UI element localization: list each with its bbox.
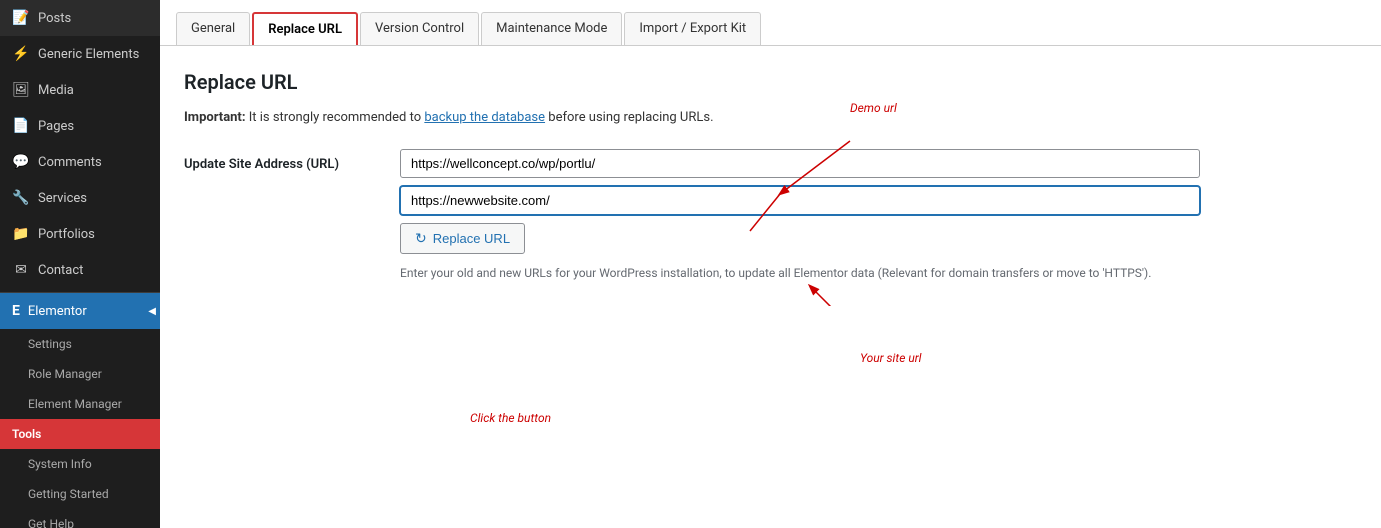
form-row: Update Site Address (URL) ↻ Replace URL … bbox=[184, 149, 1357, 282]
sidebar-item-role-manager[interactable]: Role Manager bbox=[0, 359, 160, 389]
tab-general[interactable]: General bbox=[176, 12, 250, 45]
tab-replace-url[interactable]: Replace URL bbox=[252, 12, 358, 45]
form-help-text: Enter your old and new URLs for your Wor… bbox=[400, 264, 1200, 282]
contact-icon: ✉ bbox=[12, 262, 30, 278]
sidebar-item-comments[interactable]: 💬 Comments bbox=[0, 144, 160, 180]
tab-bar: General Replace URL Version Control Main… bbox=[160, 0, 1381, 46]
sidebar-item-get-help[interactable]: Get Help bbox=[0, 509, 160, 528]
posts-icon: 📝 bbox=[12, 10, 30, 26]
old-url-input[interactable] bbox=[400, 149, 1200, 178]
refresh-icon: ↻ bbox=[415, 230, 427, 247]
sidebar-item-getting-started[interactable]: Getting Started bbox=[0, 479, 160, 509]
backup-database-link[interactable]: backup the database bbox=[424, 110, 545, 125]
generic-elements-icon: ⚡ bbox=[12, 46, 30, 62]
elementor-icon: E bbox=[12, 303, 20, 319]
sidebar-item-element-manager[interactable]: Element Manager bbox=[0, 389, 160, 419]
content-area: Replace URL Important: It is strongly re… bbox=[160, 46, 1381, 306]
elementor-menu-header[interactable]: E Elementor ◀ bbox=[0, 293, 160, 329]
media-icon: 🖼 bbox=[12, 82, 30, 98]
elementor-section: E Elementor ◀ Settings Role Manager Elem… bbox=[0, 292, 160, 528]
sidebar-item-settings[interactable]: Settings bbox=[0, 329, 160, 359]
sidebar-item-portfolios[interactable]: 📁 Portfolios bbox=[0, 216, 160, 252]
services-icon: 🔧 bbox=[12, 190, 30, 206]
page-title: Replace URL bbox=[184, 70, 1357, 94]
tab-version-control[interactable]: Version Control bbox=[360, 12, 479, 45]
annotation-site-url: Your site url bbox=[860, 351, 922, 365]
pages-icon: 📄 bbox=[12, 118, 30, 134]
portfolios-icon: 📁 bbox=[12, 226, 30, 242]
new-url-input[interactable] bbox=[400, 186, 1200, 215]
tab-import-export-kit[interactable]: Import / Export Kit bbox=[624, 12, 761, 45]
sidebar-item-generic-elements[interactable]: ⚡ Generic Elements bbox=[0, 36, 160, 72]
comments-icon: 💬 bbox=[12, 154, 30, 170]
sidebar-item-system-info[interactable]: System Info bbox=[0, 449, 160, 479]
sidebar-item-contact[interactable]: ✉ Contact bbox=[0, 252, 160, 288]
replace-url-button[interactable]: ↻ Replace URL bbox=[400, 223, 525, 254]
sidebar-item-services[interactable]: 🔧 Services bbox=[0, 180, 160, 216]
sidebar-item-posts[interactable]: 📝 Posts bbox=[0, 0, 160, 36]
collapse-arrow-icon: ◀ bbox=[148, 306, 156, 317]
important-label: Important: bbox=[184, 110, 246, 125]
form-label: Update Site Address (URL) bbox=[184, 149, 384, 172]
sidebar-item-media[interactable]: 🖼 Media bbox=[0, 72, 160, 108]
important-notice: Important: It is strongly recommended to… bbox=[184, 110, 1357, 125]
sidebar-item-tools[interactable]: Tools bbox=[0, 419, 160, 449]
annotation-click-button: Click the button bbox=[470, 411, 551, 425]
sidebar-item-pages[interactable]: 📄 Pages bbox=[0, 108, 160, 144]
main-content: General Replace URL Version Control Main… bbox=[160, 0, 1381, 528]
form-inputs: ↻ Replace URL Enter your old and new URL… bbox=[400, 149, 1200, 282]
sidebar: 📝 Posts ⚡ Generic Elements 🖼 Media 📄 Pag… bbox=[0, 0, 160, 528]
tab-maintenance-mode[interactable]: Maintenance Mode bbox=[481, 12, 622, 45]
